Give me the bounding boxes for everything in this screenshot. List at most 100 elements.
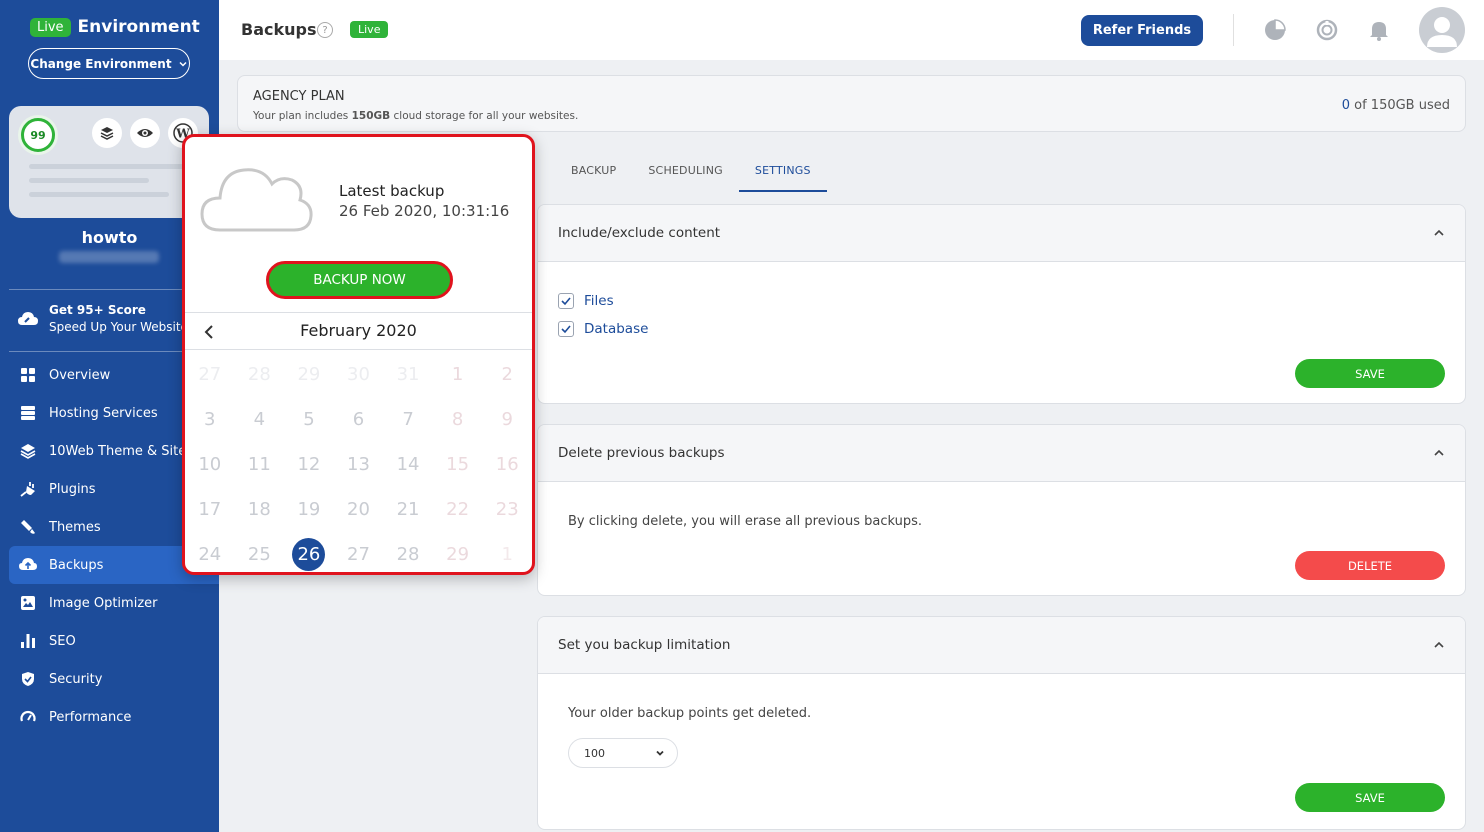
- chevron-up-icon[interactable]: [1433, 639, 1445, 651]
- backup-limit-select[interactable]: 100: [568, 738, 678, 768]
- change-environment-label: Change Environment: [30, 56, 172, 71]
- calendar-day[interactable]: 17: [185, 487, 235, 532]
- calendar-day[interactable]: 12: [284, 442, 334, 487]
- bell-icon[interactable]: [1367, 18, 1391, 42]
- sidebar-item-label: Performance: [49, 709, 132, 725]
- calendar-day[interactable]: 6: [334, 397, 384, 442]
- delete-button[interactable]: DELETE: [1295, 551, 1445, 580]
- save-limit-button[interactable]: SAVE: [1295, 783, 1445, 812]
- panel-header[interactable]: Include/exclude content: [538, 205, 1465, 262]
- selected-day[interactable]: 26: [292, 538, 326, 571]
- cloud-icon: [200, 168, 313, 232]
- calendar-day[interactable]: 28: [383, 532, 433, 572]
- topbar-divider: [1233, 14, 1234, 46]
- panel-title: Delete previous backups: [558, 445, 725, 461]
- calendar-day[interactable]: 3: [185, 397, 235, 442]
- brush-icon: [19, 518, 37, 536]
- shield-icon: [19, 670, 37, 688]
- calendar-day[interactable]: 19: [284, 487, 334, 532]
- tab-settings[interactable]: SETTINGS: [738, 154, 827, 192]
- change-environment-button[interactable]: Change Environment: [28, 48, 190, 79]
- database-label: Database: [584, 321, 649, 337]
- calendar-day[interactable]: 24: [185, 532, 235, 572]
- help-icon[interactable]: ?: [317, 22, 333, 38]
- files-checkbox[interactable]: [558, 293, 574, 309]
- speed-promo[interactable]: Get 95+ Score Speed Up Your Website: [17, 302, 188, 336]
- storage-used-value: 0: [1341, 98, 1350, 113]
- chevron-up-icon[interactable]: [1433, 447, 1445, 459]
- cloud-speed-icon: [18, 312, 38, 325]
- calendar-day[interactable]: 8: [433, 397, 483, 442]
- sidebar-item-label: Themes: [49, 519, 101, 535]
- latest-backup-label: Latest backup: [339, 182, 445, 200]
- calendar-day[interactable]: 2: [482, 352, 532, 397]
- calendar-day[interactable]: 22: [433, 487, 483, 532]
- bar-chart-icon: [19, 632, 37, 650]
- speed-ring-icon[interactable]: [1315, 18, 1339, 42]
- refer-friends-button[interactable]: Refer Friends: [1081, 15, 1203, 46]
- calendar-day[interactable]: 16: [482, 442, 532, 487]
- site-preview-card[interactable]: 99 W: [9, 106, 209, 218]
- calendar-day[interactable]: 18: [235, 487, 285, 532]
- database-checkbox[interactable]: [558, 321, 574, 337]
- panel-header[interactable]: Set you backup limitation: [538, 617, 1465, 674]
- calendar-day[interactable]: 10: [185, 442, 235, 487]
- save-content-button[interactable]: SAVE: [1295, 359, 1445, 388]
- calendar-day[interactable]: 1: [433, 352, 483, 397]
- calendar-day[interactable]: 20: [334, 487, 384, 532]
- promo-subtitle: Speed Up Your Website: [49, 320, 188, 334]
- calendar-day[interactable]: 29: [284, 352, 334, 397]
- limit-description: Your older backup points get deleted.: [568, 706, 812, 721]
- sidebar-item-label: Overview: [49, 367, 111, 383]
- panel-header[interactable]: Delete previous backups: [538, 425, 1465, 482]
- storage-used-text: of 150GB used: [1350, 98, 1450, 113]
- backup-now-button[interactable]: BACKUP NOW: [266, 261, 453, 299]
- delete-backups-panel: Delete previous backups By clicking dele…: [537, 424, 1466, 596]
- calendar-day[interactable]: 15: [433, 442, 483, 487]
- delete-description: By clicking delete, you will erase all p…: [568, 514, 923, 529]
- sidebar-item-performance[interactable]: Performance: [9, 698, 219, 736]
- eye-icon[interactable]: [130, 118, 160, 148]
- select-value: 100: [584, 746, 605, 760]
- env-title: Environment: [77, 17, 200, 37]
- calendar-day[interactable]: 4: [235, 397, 285, 442]
- calendar-day[interactable]: 14: [383, 442, 433, 487]
- tab-scheduling[interactable]: SCHEDULING: [632, 154, 739, 192]
- tab-backup[interactable]: BACKUP: [555, 154, 632, 192]
- site-url-blurred: [59, 251, 159, 263]
- files-checkbox-row[interactable]: Files: [558, 293, 614, 309]
- calendar-day[interactable]: 9: [482, 397, 532, 442]
- sidebar-item-label: Backups: [49, 557, 104, 573]
- calendar-day[interactable]: 21: [383, 487, 433, 532]
- latest-backup-date: 26 Feb 2020, 10:31:16: [339, 202, 510, 220]
- calendar-day[interactable]: 13: [334, 442, 384, 487]
- calendar-day[interactable]: 23: [482, 487, 532, 532]
- promo-title: Get 95+ Score: [49, 303, 146, 317]
- gauge-icon: [19, 708, 37, 726]
- layers-icon[interactable]: [92, 118, 122, 148]
- chevron-up-icon[interactable]: [1433, 227, 1445, 239]
- sidebar-item-image-optimizer[interactable]: Image Optimizer: [9, 584, 219, 622]
- calendar-day[interactable]: 29: [433, 532, 483, 572]
- pie-chart-icon[interactable]: [1263, 18, 1287, 42]
- sidebar-item-security[interactable]: Security: [9, 660, 219, 698]
- calendar-day[interactable]: 1: [482, 532, 532, 572]
- calendar-day[interactable]: 11: [235, 442, 285, 487]
- calendar-day[interactable]: 27: [185, 352, 235, 397]
- top-bar: Backups ? Live Refer Friends: [219, 0, 1484, 60]
- calendar-day[interactable]: 27: [334, 532, 384, 572]
- calendar-day[interactable]: 28: [235, 352, 285, 397]
- calendar-day[interactable]: 26: [284, 532, 334, 572]
- check-icon: [561, 297, 571, 306]
- avatar[interactable]: [1419, 7, 1465, 53]
- sidebar-item-seo[interactable]: SEO: [9, 622, 219, 660]
- calendar-day[interactable]: 5: [284, 397, 334, 442]
- user-icon: [1427, 17, 1457, 47]
- popup-divider: [185, 312, 532, 313]
- plan-desc-storage: 150GB: [351, 110, 391, 122]
- calendar-day[interactable]: 30: [334, 352, 384, 397]
- calendar-day[interactable]: 31: [383, 352, 433, 397]
- database-checkbox-row[interactable]: Database: [558, 321, 648, 337]
- calendar-day[interactable]: 7: [383, 397, 433, 442]
- calendar-day[interactable]: 25: [235, 532, 285, 572]
